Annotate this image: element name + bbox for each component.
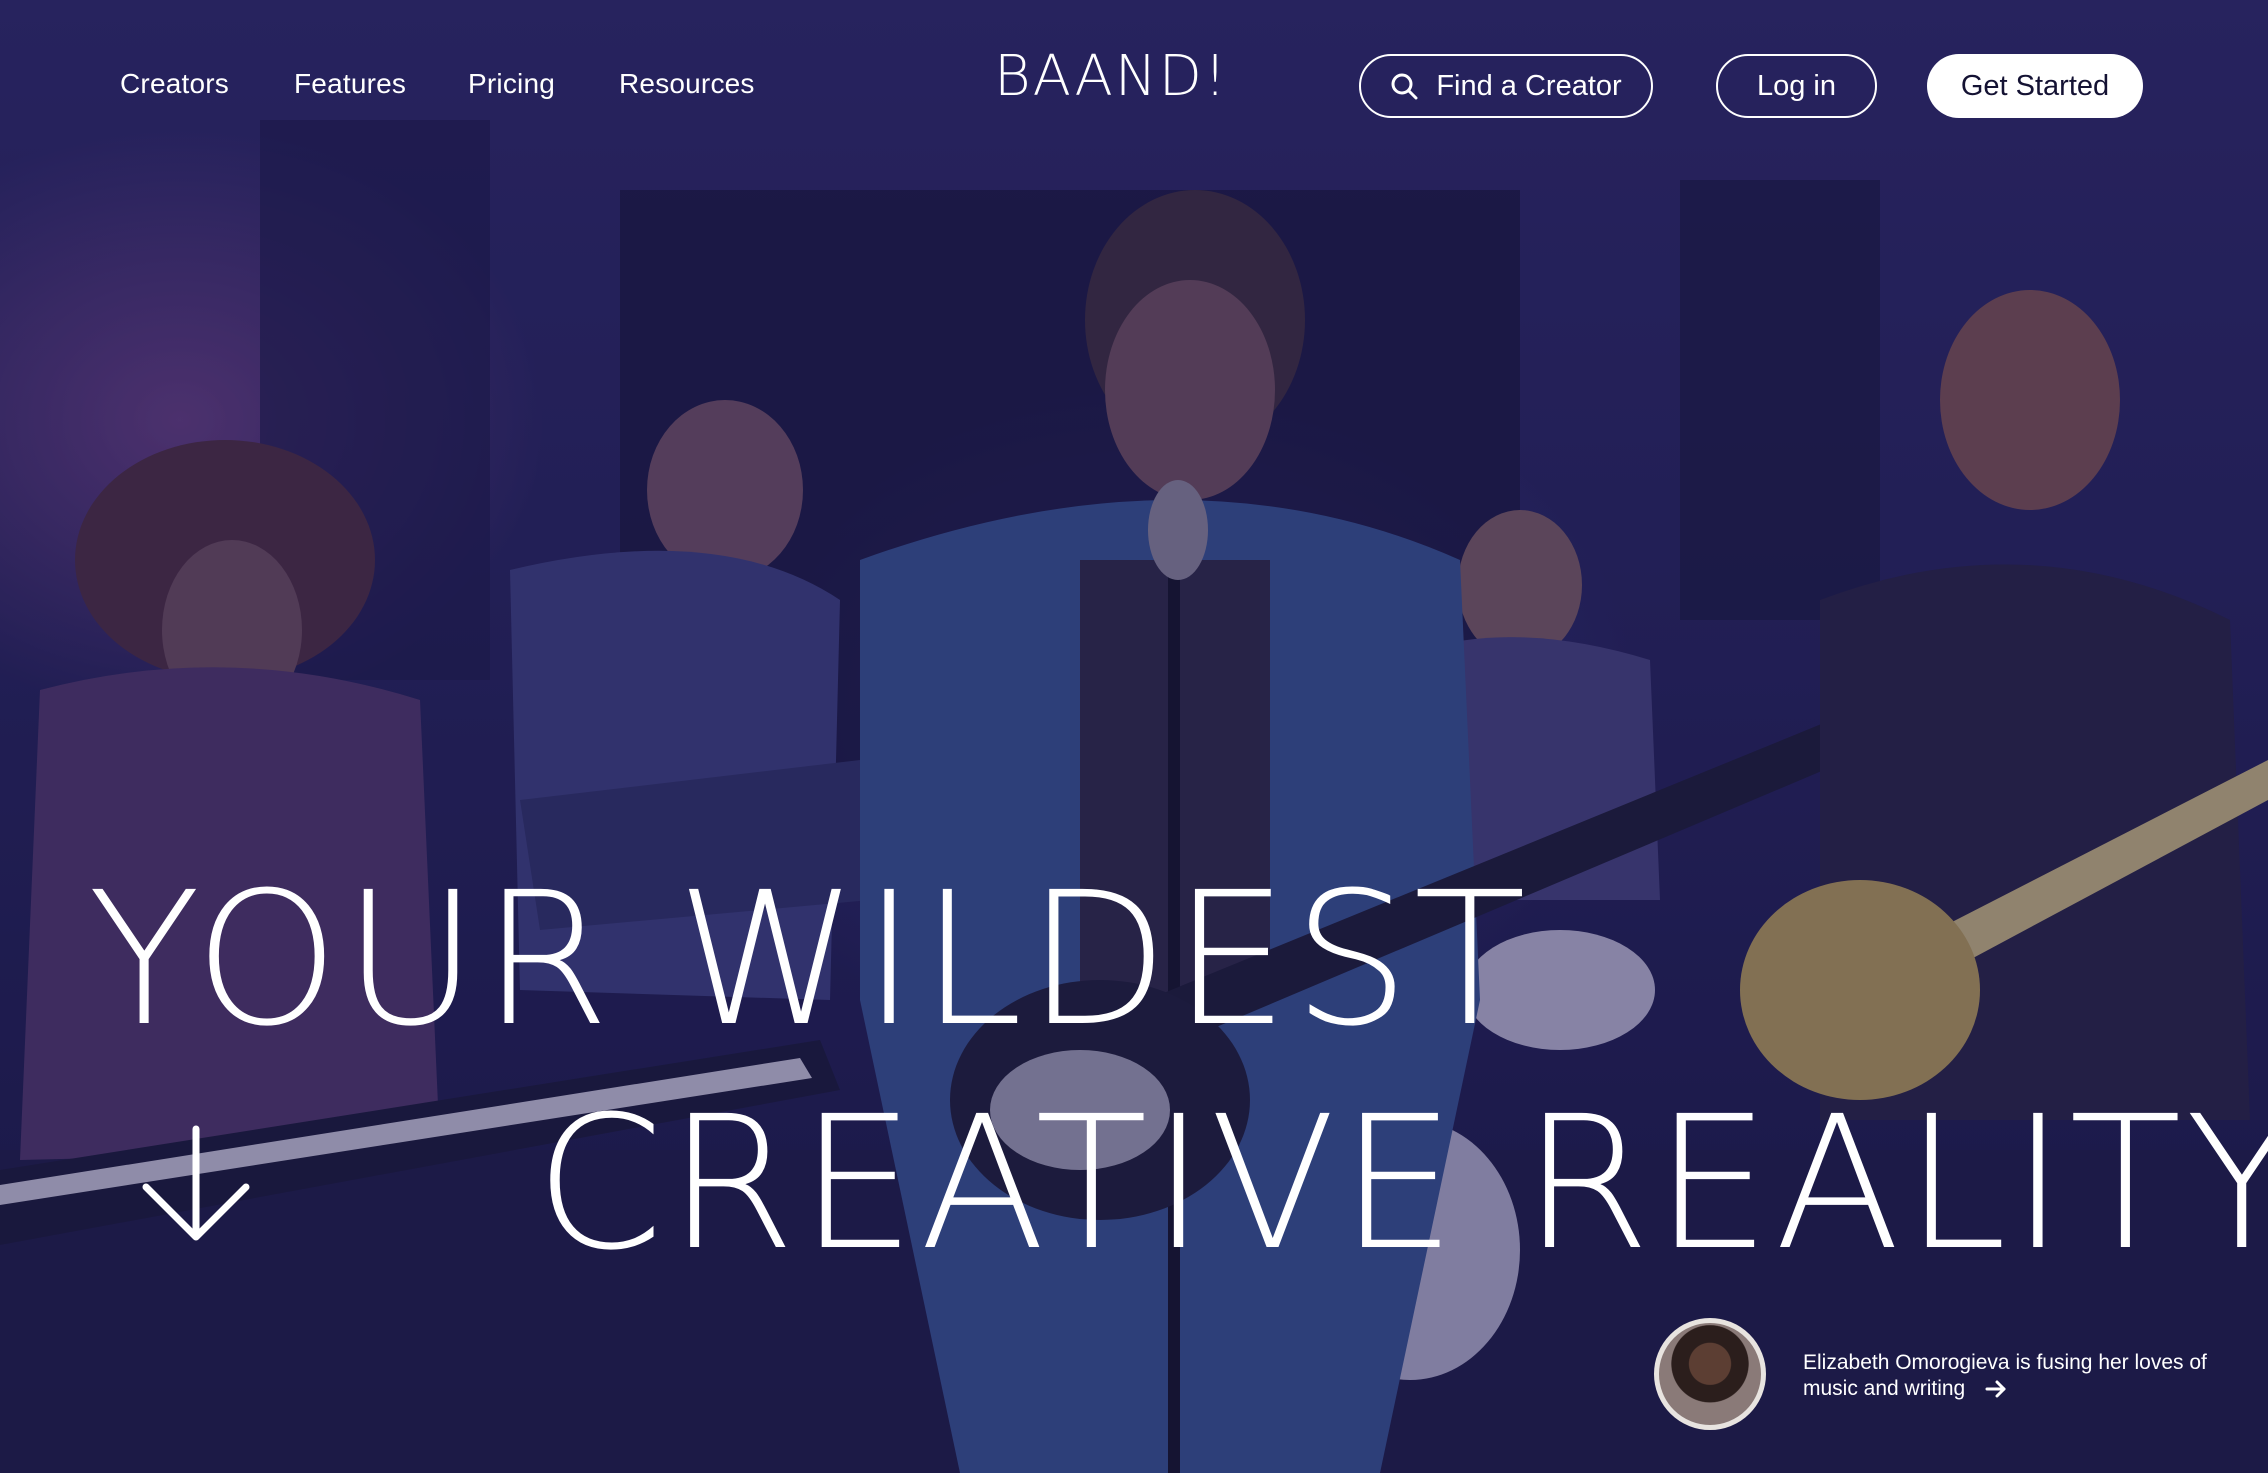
get-started-button[interactable]: Get Started bbox=[1927, 54, 2143, 118]
avatar bbox=[1654, 1318, 1766, 1430]
featured-creator-card[interactable]: Elizabeth Omorogieva is fusing her loves… bbox=[1654, 1318, 2254, 1438]
brand-logo[interactable]: BAAND! bbox=[994, 44, 1228, 109]
hero-headline-line2: CREATIVE REALITY bbox=[535, 1077, 2268, 1291]
hero-section: Creators Features Pricing Resources BAAN… bbox=[0, 0, 2268, 1473]
featured-creator-text: Elizabeth Omorogieva is fusing her loves… bbox=[1803, 1350, 2253, 1402]
nav-link-resources[interactable]: Resources bbox=[619, 68, 755, 100]
nav-link-creators[interactable]: Creators bbox=[120, 68, 229, 100]
find-creator-label: Find a Creator bbox=[1436, 69, 1622, 102]
hero-headline-line1: YOUR WILDEST bbox=[88, 853, 1531, 1067]
login-button[interactable]: Log in bbox=[1716, 54, 1877, 118]
find-creator-button[interactable]: Find a Creator bbox=[1359, 54, 1653, 118]
nav-link-pricing[interactable]: Pricing bbox=[468, 68, 555, 100]
arrow-down-icon[interactable] bbox=[140, 1125, 252, 1245]
arrow-right-icon[interactable] bbox=[1985, 1380, 2007, 1398]
nav-link-features[interactable]: Features bbox=[294, 68, 406, 100]
search-icon bbox=[1391, 73, 1418, 100]
